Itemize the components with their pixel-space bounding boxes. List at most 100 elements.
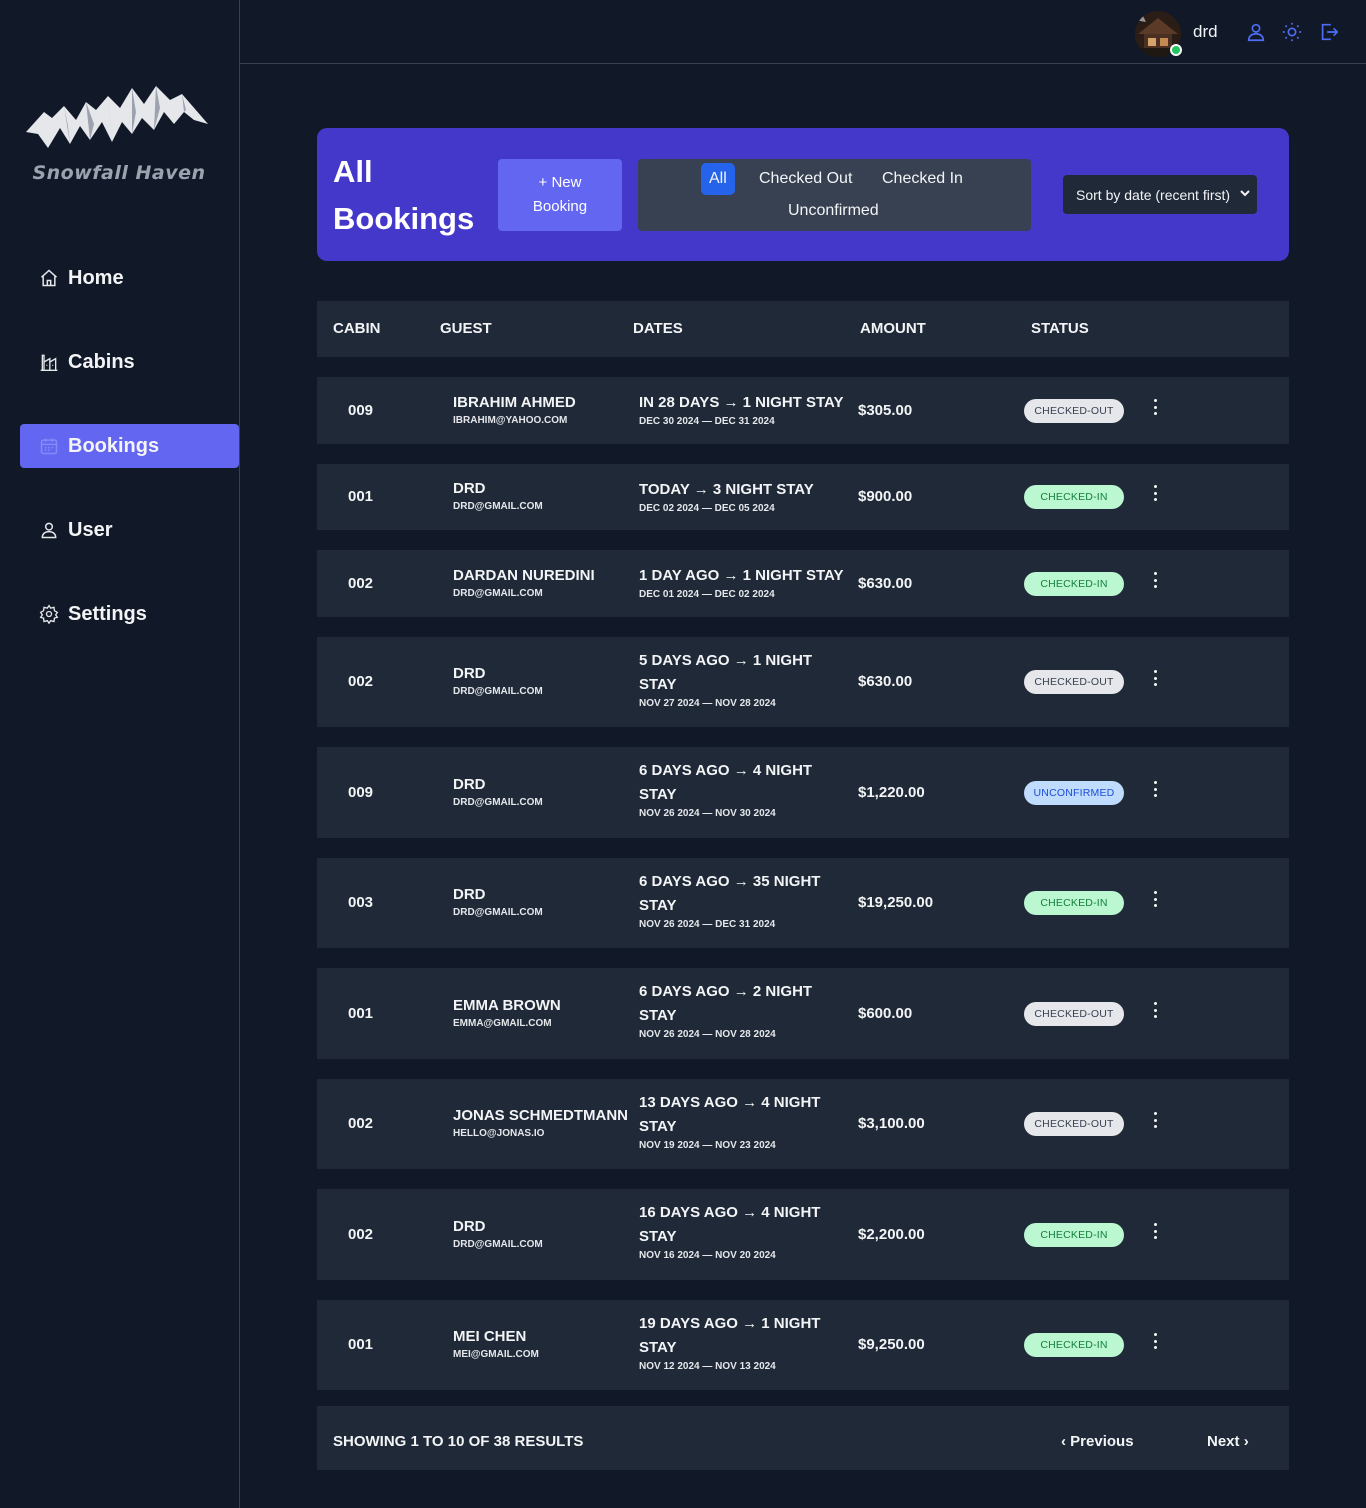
avatar[interactable] — [1134, 10, 1182, 58]
sidebar-nav: Home Cabins Bookings User Settings — [20, 256, 239, 676]
stay-summary-line2: STAY — [639, 1339, 677, 1356]
sidebar-item-settings[interactable]: Settings — [20, 592, 239, 636]
table-row[interactable]: 001 DRD DRD@GMAIL.COM TODAY → 3 NIGHT STAY D… — [317, 464, 1289, 530]
status-badge: CHECKED-OUT — [1024, 670, 1124, 694]
guest-email: HELLO@JONAS.IO — [453, 1128, 545, 1139]
stay-summary-line1: TODAY → 3 NIGHT STAY — [639, 481, 814, 498]
booking-amount: $600.00 — [858, 1005, 913, 1022]
results-from: 1 — [410, 1433, 419, 1450]
guest-email: EMMA@GMAIL.COM — [453, 1018, 552, 1029]
guest-email: DRD@GMAIL.COM — [453, 501, 543, 512]
stay-summary-line1: 19 DAYS AGO → 1 NIGHT — [639, 1315, 821, 1332]
stay-summary: TODAY → 3 NIGHT STAY — [639, 478, 849, 502]
guest-cell: DRD DRD@GMAIL.COM — [453, 480, 543, 512]
status-badge: CHECKED-OUT — [1024, 399, 1124, 423]
filter-checked-in[interactable]: Checked In — [874, 163, 971, 195]
stay-summary-line2: STAY — [639, 1228, 677, 1245]
results-of-word: OF — [468, 1433, 490, 1450]
stay-summary-line1: 6 DAYS AGO → 2 NIGHT — [639, 983, 813, 1000]
table-row[interactable]: 009 IBRAHIM AHMED IBRAHIM@YAHOO.COM IN 28 D… — [317, 377, 1289, 444]
date-range: NOV 19 2024 — NOV 23 2024 — [639, 1140, 776, 1151]
booking-amount: $3,100.00 — [858, 1115, 925, 1132]
sidebar-item-label: Home — [68, 266, 124, 289]
guest-name: JONAS SCHMEDTMANN — [453, 1107, 629, 1124]
previous-page-button[interactable]: ‹ Previous — [1061, 1433, 1134, 1450]
table-row[interactable]: 003 DRD DRD@GMAIL.COM 6 DAYS AGO → 35 NIGHT… — [317, 858, 1289, 948]
stay-summary-line2: STAY — [639, 1118, 677, 1135]
guest-name: DRD — [453, 776, 486, 793]
new-booking-label-line2: Booking — [532, 198, 588, 215]
filter-unconfirmed[interactable]: Unconfirmed — [780, 195, 887, 227]
row-menu-kebab-icon[interactable] — [1150, 779, 1160, 799]
chevron-right-icon: › — [1243, 1433, 1249, 1450]
sidebar-item-user[interactable]: User — [20, 508, 239, 552]
row-menu-kebab-icon[interactable] — [1150, 570, 1160, 590]
logo[interactable]: Snowfall Haven — [24, 82, 214, 192]
chevron-down-icon — [1239, 186, 1251, 202]
chevron-left-icon: ‹ — [1061, 1433, 1066, 1450]
row-menu-kebab-icon[interactable] — [1150, 668, 1160, 688]
guest-cell: DRD DRD@GMAIL.COM — [453, 776, 543, 808]
date-range: DEC 01 2024 — DEC 02 2024 — [639, 589, 775, 600]
booking-amount: $2,200.00 — [858, 1226, 925, 1243]
stay-summary: 5 DAYS AGO → 1 NIGHT STAY — [639, 649, 849, 697]
row-menu-kebab-icon[interactable] — [1150, 397, 1160, 417]
cabin-number: 002 — [348, 1115, 374, 1132]
sidebar-item-label: Cabins — [68, 350, 135, 373]
booking-amount: $900.00 — [858, 488, 913, 505]
booking-amount: $305.00 — [858, 402, 913, 419]
row-menu-kebab-icon[interactable] — [1150, 1110, 1160, 1130]
guest-cell: DRD DRD@GMAIL.COM — [453, 1218, 543, 1250]
filter-all[interactable]: All — [701, 163, 735, 195]
guest-name: DARDAN NUREDINI — [453, 567, 595, 584]
row-menu-kebab-icon[interactable] — [1150, 1221, 1160, 1241]
table-row[interactable]: 009 DRD DRD@GMAIL.COM 6 DAYS AGO → 4 NIGHT S… — [317, 747, 1289, 838]
page-title-line1: All — [333, 154, 373, 189]
date-range: NOV 16 2024 — NOV 20 2024 — [639, 1250, 776, 1261]
stay-summary-line1: 6 DAYS AGO → 4 NIGHT — [639, 762, 813, 779]
guest-email: IBRAHIM@YAHOO.COM — [453, 415, 568, 426]
row-menu-kebab-icon[interactable] — [1150, 1331, 1160, 1351]
filter-checked-out[interactable]: Checked Out — [751, 163, 860, 195]
sidebar-item-label: Settings — [68, 602, 147, 625]
row-menu-kebab-icon[interactable] — [1150, 483, 1160, 503]
sort-select-value: Sort by date (recent first) — [1076, 186, 1231, 203]
date-range: NOV 12 2024 — NOV 13 2024 — [639, 1361, 776, 1372]
user-icon[interactable] — [1245, 21, 1267, 43]
logout-icon[interactable] — [1318, 21, 1340, 43]
row-menu-kebab-icon[interactable] — [1150, 1000, 1160, 1020]
sun-icon[interactable] — [1281, 21, 1303, 43]
dates-cell: 16 DAYS AGO → 4 NIGHT STAY NOV 16 2024 — N… — [639, 1201, 849, 1261]
table-row[interactable]: 001 EMMA BROWN EMMA@GMAIL.COM 6 DAYS AGO → … — [317, 968, 1289, 1059]
date-range: NOV 26 2024 — NOV 28 2024 — [639, 1029, 776, 1040]
booking-amount: $630.00 — [858, 575, 913, 592]
dates-cell: 5 DAYS AGO → 1 NIGHT STAY NOV 27 2024 — NO… — [639, 649, 849, 709]
table-row[interactable]: 002 JONAS SCHMEDTMANN HELLO@JONAS.IO 13 DAY… — [317, 1079, 1289, 1169]
sidebar-item-cabins[interactable]: Cabins — [20, 340, 239, 384]
home-icon — [38, 267, 60, 289]
guest-email: DRD@GMAIL.COM — [453, 907, 543, 918]
guest-name: EMMA BROWN — [453, 997, 561, 1014]
stay-summary: 19 DAYS AGO → 1 NIGHT STAY — [639, 1312, 849, 1360]
dates-cell: 6 DAYS AGO → 2 NIGHT STAY NOV 26 2024 — NO… — [639, 980, 849, 1040]
guest-email: DRD@GMAIL.COM — [453, 797, 543, 808]
guest-cell: JONAS SCHMEDTMANN HELLO@JONAS.IO — [453, 1107, 628, 1139]
guest-name: DRD — [453, 1218, 486, 1235]
sort-select[interactable]: Sort by date (recent first) — [1063, 175, 1257, 214]
table-row[interactable]: 002 DRD DRD@GMAIL.COM 5 DAYS AGO → 1 NIGHT S… — [317, 637, 1289, 727]
results-to: 10 — [447, 1433, 465, 1450]
sidebar-item-home[interactable]: Home — [20, 256, 239, 300]
row-menu-kebab-icon[interactable] — [1150, 889, 1160, 909]
new-booking-button[interactable]: + New Booking — [498, 159, 622, 231]
stay-summary: 6 DAYS AGO → 2 NIGHT STAY — [639, 980, 849, 1028]
sidebar-item-bookings[interactable]: Bookings — [20, 424, 239, 468]
table-row[interactable]: 002 DARDAN NUREDINI DRD@GMAIL.COM 1 DAY AGO… — [317, 550, 1289, 617]
next-page-button[interactable]: Next › — [1207, 1433, 1249, 1450]
date-range: DEC 02 2024 — DEC 05 2024 — [639, 503, 775, 514]
dates-cell: TODAY → 3 NIGHT STAY DEC 02 2024 — DEC 05… — [639, 478, 849, 514]
pagination: SHOWING 1 TO 10 OF 38 RESULTS ‹ Previous… — [317, 1406, 1289, 1470]
table-row[interactable]: 002 DRD DRD@GMAIL.COM 16 DAYS AGO → 4 NIGHT… — [317, 1189, 1289, 1280]
dates-cell: IN 28 DAYS → 1 NIGHT STAY DEC 30 2024 — D… — [639, 391, 849, 427]
table-row[interactable]: 001 MEI CHEN MEI@GMAIL.COM 19 DAYS AGO → 1 … — [317, 1300, 1289, 1390]
stay-summary-line1: 1 DAY AGO → 1 NIGHT STAY — [639, 567, 844, 584]
